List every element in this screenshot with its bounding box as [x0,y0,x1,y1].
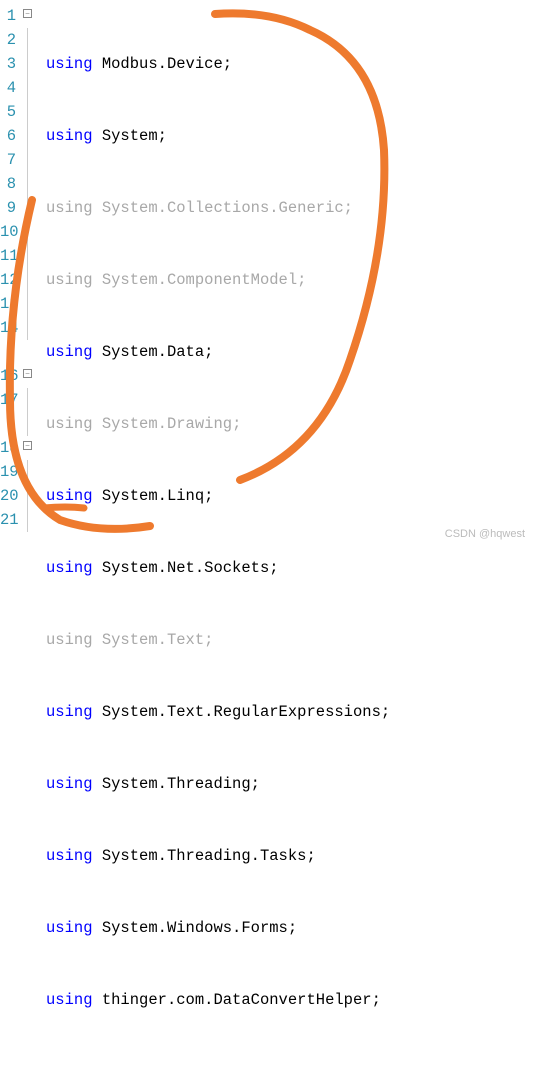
fold-minus-icon[interactable]: − [23,441,32,450]
keyword-using: using [46,919,93,937]
code-line: using System.ComponentModel; [46,268,533,292]
fold-minus-icon[interactable]: − [23,369,32,378]
code-text-area[interactable]: using Modbus.Device; using System; using… [40,0,533,544]
code-line: using System; [46,124,533,148]
namespace-ref: thinger.com.DataConvertHelper [102,991,372,1009]
fold-guide [27,124,28,148]
line-number [0,412,16,436]
line-number: 12 [0,268,16,292]
line-number-gutter: 1 2 3 4 5 6 7 8 9 10 11 12 13 14 16 17 1… [0,0,20,544]
code-line: using System.Windows.Forms; [46,916,533,940]
code-line: using System.Text.RegularExpressions; [46,700,533,724]
keyword-using: using [46,775,93,793]
keyword-using: using [46,631,93,649]
namespace-ref: System.Collections.Generic [102,199,344,217]
code-line: using thinger.com.DataConvertHelper; [46,988,533,1012]
namespace-ref: Modbus.Device [102,55,223,73]
fold-guide [27,460,28,484]
fold-guide [27,508,28,532]
namespace-ref: System.Threading [102,775,251,793]
fold-guide [27,148,28,172]
fold-guide [27,292,28,316]
code-line: using System.Net.Sockets; [46,556,533,580]
line-number: 11 [0,244,16,268]
keyword-using: using [46,487,93,505]
fold-guide [27,412,28,436]
line-number: 20 [0,484,16,508]
fold-guide [27,316,28,340]
line-number: 1 [0,4,16,28]
keyword-using: using [46,415,93,433]
namespace-ref: System.Drawing [102,415,232,433]
line-number: 10 [0,220,16,244]
keyword-using: using [46,55,93,73]
code-line: using System.Drawing; [46,412,533,436]
keyword-using: using [46,343,93,361]
code-line: using System.Threading.Tasks; [46,844,533,868]
namespace-ref: System.Linq [102,487,204,505]
keyword-using: using [46,271,93,289]
namespace-ref: System.Text [102,631,204,649]
line-number: 4 [0,76,16,100]
line-number: 3 [0,52,16,76]
fold-guide [27,220,28,244]
code-line: using Modbus.Device; [46,52,533,76]
line-number: 21 [0,508,16,532]
fold-guide [27,52,28,76]
line-number: 17 [0,388,16,412]
line-number: 8 [0,172,16,196]
namespace-ref: System.ComponentModel [102,271,297,289]
fold-gutter: − − − [20,0,40,544]
line-number: 18 [0,436,16,460]
namespace-ref: System.Text.RegularExpressions [102,703,381,721]
fold-guide [27,76,28,100]
code-line: using System.Threading; [46,772,533,796]
line-number: 9 [0,196,16,220]
watermark: CSDN @hqwest [445,528,525,540]
namespace-ref: System.Threading.Tasks [102,847,307,865]
namespace-ref: System.Net.Sockets [102,559,269,577]
line-number: 19 [0,460,16,484]
keyword-using: using [46,199,93,217]
code-editor[interactable]: 1 2 3 4 5 6 7 8 9 10 11 12 13 14 16 17 1… [0,0,533,544]
fold-guide [27,388,28,412]
keyword-using: using [46,127,93,145]
fold-guide [27,28,28,52]
keyword-using: using [46,847,93,865]
line-number [0,340,16,364]
fold-guide [27,100,28,124]
namespace-ref: System.Windows.Forms [102,919,288,937]
code-line: using System.Linq; [46,484,533,508]
namespace-ref: System [102,127,158,145]
fold-guide [27,268,28,292]
line-number: 7 [0,148,16,172]
fold-minus-icon[interactable]: − [23,9,32,18]
line-number: 14 [0,316,16,340]
keyword-using: using [46,559,93,577]
code-line: using System.Text; [46,628,533,652]
code-line-blank [46,1060,533,1084]
namespace-ref: System.Data [102,343,204,361]
code-line: using System.Collections.Generic; [46,196,533,220]
fold-guide [27,244,28,268]
line-number: 13 [0,292,16,316]
line-number: 6 [0,124,16,148]
fold-guide [27,484,28,508]
fold-guide [27,196,28,220]
line-number: 5 [0,100,16,124]
keyword-using: using [46,991,93,1009]
line-number: 2 [0,28,16,52]
fold-guide [27,172,28,196]
keyword-using: using [46,703,93,721]
line-number: 16 [0,364,16,388]
code-line: using System.Data; [46,340,533,364]
